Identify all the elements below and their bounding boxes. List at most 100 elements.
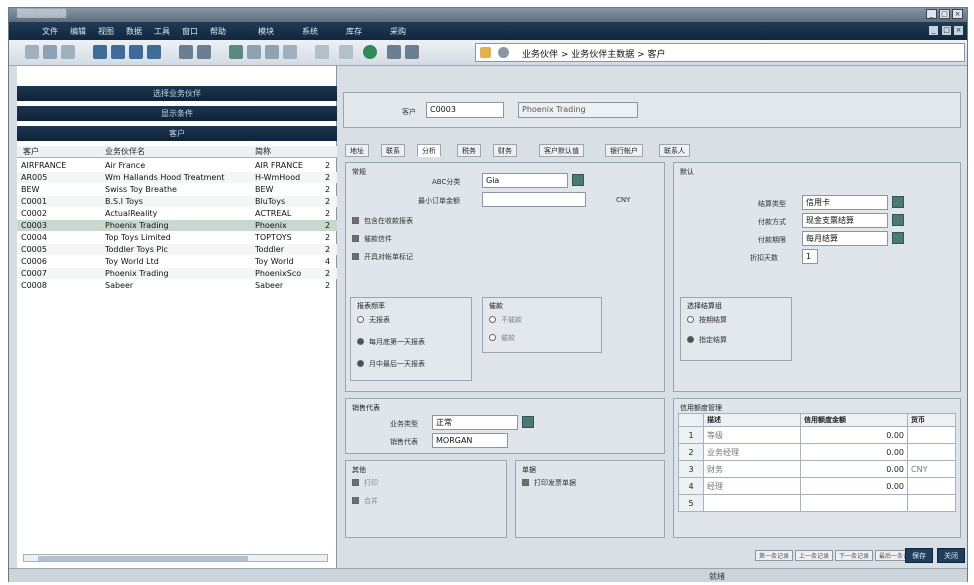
prev-record-icon[interactable] xyxy=(111,45,125,59)
next-record-button[interactable]: 下一条记录 xyxy=(835,550,874,561)
first-record-button[interactable]: 第一条记录 xyxy=(755,550,794,561)
cell-desc[interactable]: 经理 xyxy=(703,477,801,495)
cell-desc[interactable]: 等级 xyxy=(703,426,801,444)
table-row[interactable]: C0003 Phoenix Trading Phoenix 2 xyxy=(17,220,337,231)
checkbox[interactable] xyxy=(352,235,359,242)
radio[interactable] xyxy=(357,316,364,323)
cell-cur[interactable] xyxy=(907,494,956,512)
cell-amount[interactable] xyxy=(800,494,908,512)
cell-amount[interactable]: 0.00 xyxy=(800,460,908,478)
prev-record-button[interactable]: 上一条记录 xyxy=(795,550,834,561)
tab-contacts[interactable]: 联系人 xyxy=(659,144,690,157)
payment-method-field[interactable]: 现金支票结算 xyxy=(802,213,888,228)
payment-type-field[interactable]: 信用卡 xyxy=(802,195,888,210)
tab-defaults[interactable]: 客户默认值 xyxy=(539,144,584,157)
table-row[interactable]: 4 经理 0.00 xyxy=(678,477,956,495)
scrollbar-thumb[interactable] xyxy=(38,556,248,561)
checkbox[interactable] xyxy=(352,253,359,260)
checkbox[interactable] xyxy=(352,497,359,504)
table-row[interactable]: C0005 Toddler Toys Plc Toddler 2 xyxy=(17,244,337,255)
checkbox[interactable] xyxy=(352,479,359,486)
preview-icon[interactable] xyxy=(61,45,75,59)
cell-cur[interactable] xyxy=(907,443,956,461)
paste-icon[interactable] xyxy=(265,45,279,59)
menu-item[interactable]: 库存 xyxy=(343,25,365,38)
next-record-icon[interactable] xyxy=(129,45,143,59)
cell-desc[interactable]: 业务经理 xyxy=(703,443,801,461)
menu-item[interactable]: 视图 xyxy=(95,25,117,38)
cell-cur[interactable] xyxy=(907,426,956,444)
table-row[interactable]: BEW Swiss Toy Breathe BEW 2 xyxy=(17,184,337,195)
column-header[interactable]: 描述 xyxy=(703,413,801,427)
table-row[interactable]: 2 业务经理 0.00 xyxy=(678,443,956,461)
first-record-icon[interactable] xyxy=(93,45,107,59)
cell-amount[interactable]: 0.00 xyxy=(800,477,908,495)
menu-item[interactable]: 工具 xyxy=(151,25,173,38)
lookup-button[interactable] xyxy=(892,214,904,226)
last-record-icon[interactable] xyxy=(147,45,161,59)
criteria-bar[interactable]: 显示条件 xyxy=(17,106,337,121)
checkbox[interactable] xyxy=(352,217,359,224)
radio[interactable] xyxy=(357,360,364,367)
copy-icon[interactable] xyxy=(247,45,261,59)
select-bp-bar[interactable]: 选择业务伙伴 xyxy=(17,86,337,101)
cell-amount[interactable]: 0.00 xyxy=(800,426,908,444)
print-icon[interactable] xyxy=(43,45,57,59)
table-row[interactable]: C0002 ActualReality ACTREAL 2 xyxy=(17,208,337,219)
menu-item[interactable]: 数据 xyxy=(123,25,145,38)
help-icon[interactable] xyxy=(387,45,401,59)
table-row[interactable]: AR005 Wm Hallands Hood Treatment H-WmHood 2 xyxy=(17,172,337,183)
radio[interactable] xyxy=(489,334,496,341)
tab-finance[interactable]: 财务 xyxy=(493,144,517,157)
cell-cur[interactable]: CNY xyxy=(907,460,956,478)
radio[interactable] xyxy=(687,316,694,323)
settings-icon[interactable] xyxy=(315,45,329,59)
radio[interactable] xyxy=(687,336,694,343)
sales-rep-field[interactable]: MORGAN xyxy=(432,433,508,448)
discount-days-field[interactable]: 1 xyxy=(802,249,818,264)
customer-code-field[interactable]: C0003 xyxy=(426,102,504,118)
lookup-button[interactable] xyxy=(572,174,584,186)
minimize-icon[interactable]: _ xyxy=(926,9,937,19)
column-header[interactable]: 信用额度金额 xyxy=(800,413,908,427)
table-row[interactable]: C0006 Toy World Ltd Toy World 4 xyxy=(17,256,337,267)
menu-item[interactable]: 帮助 xyxy=(207,25,229,38)
horizontal-scrollbar[interactable] xyxy=(23,554,328,562)
checkbox[interactable] xyxy=(522,479,529,486)
doc-restore-icon[interactable]: □ xyxy=(942,26,951,35)
close-button[interactable]: 关闭 xyxy=(937,548,965,563)
column-header[interactable]: 业务伙伴名 xyxy=(105,146,145,157)
column-header[interactable]: 客户 xyxy=(23,146,39,157)
column-header[interactable]: 简称 xyxy=(255,146,271,157)
payment-terms-field[interactable]: 每月结算 xyxy=(802,231,888,246)
tab-analysis[interactable]: 分析 xyxy=(417,144,441,157)
menu-item[interactable]: 窗口 xyxy=(179,25,201,38)
table-row[interactable]: 5 xyxy=(678,494,956,512)
new-icon[interactable] xyxy=(25,45,39,59)
cell-desc[interactable] xyxy=(703,494,801,512)
doc-minimize-icon[interactable]: _ xyxy=(929,26,938,35)
table-row[interactable]: C0008 Sabeer Sabeer 2 xyxy=(17,280,337,291)
lookup-button[interactable] xyxy=(892,232,904,244)
menu-item[interactable]: 系统 xyxy=(299,25,321,38)
tab-tax[interactable]: 税务 xyxy=(457,144,481,157)
table-row[interactable]: C0001 B.S.I Toys BluToys 2 xyxy=(17,196,337,207)
table-row[interactable]: 3 财务 0.00 CNY xyxy=(678,460,956,478)
tab-bank[interactable]: 银行帐户 xyxy=(605,144,643,157)
tab-contact[interactable]: 联系 xyxy=(381,144,405,157)
lookup-button[interactable] xyxy=(892,196,904,208)
edit-icon[interactable] xyxy=(283,45,297,59)
radio[interactable] xyxy=(357,338,364,345)
table-row[interactable]: 1 等级 0.00 xyxy=(678,426,956,444)
save-button[interactable]: 保存 xyxy=(905,548,933,563)
breadcrumb-text[interactable]: 业务伙伴 > 业务伙伴主数据 > 客户 xyxy=(522,47,666,60)
customer-name-field[interactable]: Phoenix Trading xyxy=(518,102,638,118)
mail-icon[interactable] xyxy=(339,45,353,59)
lookup-button[interactable] xyxy=(522,416,534,428)
link-icon[interactable] xyxy=(179,45,193,59)
filter-icon[interactable] xyxy=(229,45,243,59)
folder-icon[interactable] xyxy=(405,45,419,59)
abc-field[interactable]: Gia xyxy=(482,173,568,188)
cell-amount[interactable]: 0.00 xyxy=(800,443,908,461)
menu-item[interactable]: 编辑 xyxy=(67,25,89,38)
